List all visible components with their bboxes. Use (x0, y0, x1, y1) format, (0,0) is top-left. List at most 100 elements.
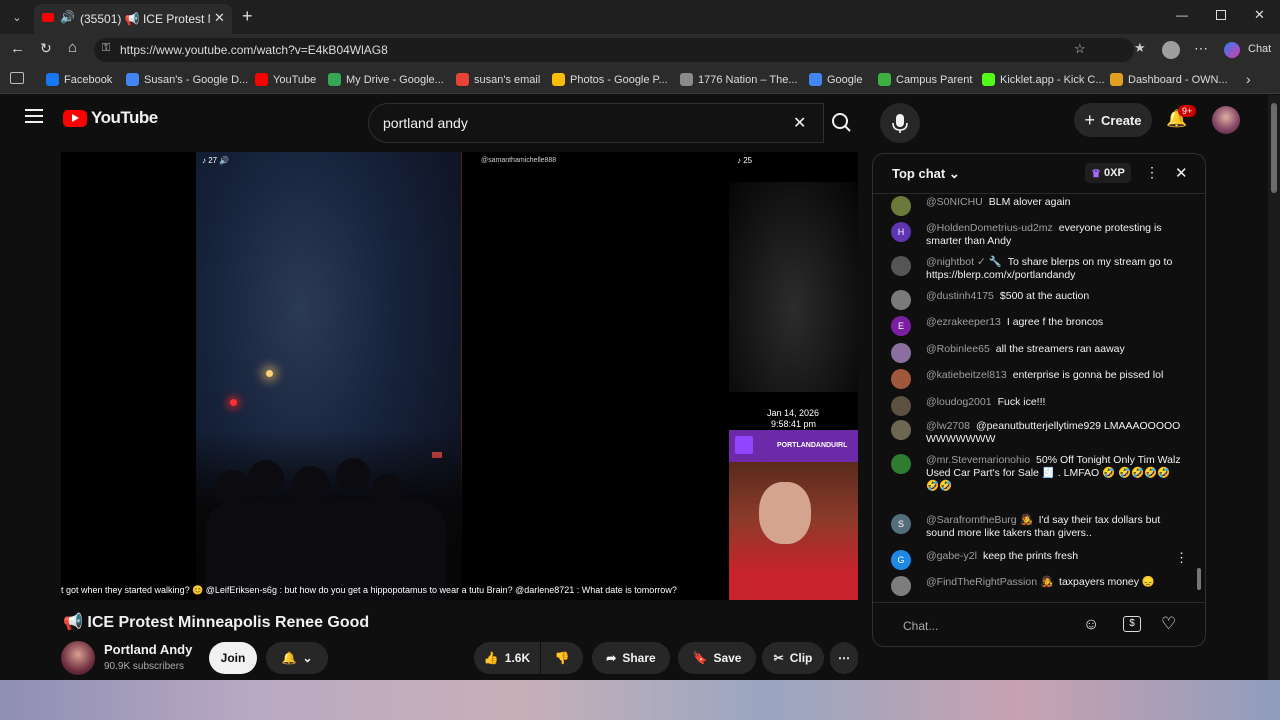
voice-search-button[interactable] (880, 103, 920, 143)
clear-search-icon[interactable]: ✕ (793, 113, 806, 133)
bookmark-item[interactable]: Susan's - Google D... (126, 73, 248, 86)
bookmark-item[interactable]: Dashboard - OWN... (1110, 73, 1228, 86)
bookmarks-more-chevron-icon[interactable]: › (1246, 71, 1251, 87)
favorite-star-icon[interactable]: ☆ (1074, 41, 1086, 57)
super-chat-icon[interactable]: $ (1123, 616, 1141, 632)
chat-avatar[interactable]: G (891, 550, 911, 570)
minimize-icon[interactable]: — (1176, 8, 1188, 22)
notifications-button[interactable]: 🔔 9+ (1166, 105, 1197, 133)
chat-username[interactable]: @S0NICHU (926, 196, 983, 208)
chat-username[interactable]: @SarafromtheBurg 🧑‍🎤 (926, 514, 1033, 526)
chat-message[interactable]: @dustinh4175 $500 at the auction (891, 290, 1181, 310)
chat-username[interactable]: @FindTheRightPassion 🧑‍🎤 (926, 576, 1053, 588)
chat-message[interactable]: H @HoldenDometrius-ud2mz everyone protesti… (891, 222, 1181, 248)
channel-name[interactable]: Portland Andy (104, 642, 192, 657)
chat-avatar[interactable] (891, 343, 911, 363)
home-icon[interactable]: ⌂ (68, 39, 77, 56)
top-chat-dropdown[interactable]: Top chat ⌄ (892, 166, 960, 182)
chat-message[interactable]: @mr.Stevemarionohio 50% Off Tonight Only … (891, 454, 1181, 493)
bookmark-item[interactable]: susan's email (456, 73, 540, 86)
chat-username[interactable]: @dustinh4175 (926, 290, 994, 302)
url-field[interactable]: ⚿ https://www.youtube.com/watch?v=E4kB04… (94, 38, 1134, 62)
chat-input[interactable]: Chat... (903, 619, 938, 633)
xp-badge[interactable]: ♛ 0XP (1085, 163, 1131, 183)
site-info-icon[interactable]: ⚿ (102, 42, 110, 55)
save-button[interactable]: 🔖 Save (678, 642, 756, 674)
page-scrollbar[interactable] (1268, 95, 1280, 680)
bookmark-item[interactable]: 1776 Nation – The... (680, 73, 797, 86)
chat-username[interactable]: @loudog2001 (926, 396, 992, 408)
tab-list-chevron-icon[interactable]: ⌄ (8, 9, 26, 27)
chat-scrollbar-thumb[interactable] (1197, 568, 1201, 590)
chat-avatar[interactable] (891, 454, 911, 474)
chat-username[interactable]: @ezrakeeper13 (926, 316, 1001, 328)
chat-avatar[interactable] (891, 196, 911, 216)
heart-icon[interactable]: ♡ (1161, 614, 1176, 634)
bookmark-item[interactable]: Photos - Google P... (552, 73, 668, 86)
reload-icon[interactable]: ↻ (40, 40, 52, 57)
close-tab-icon[interactable]: ✕ (214, 10, 225, 26)
more-actions-button[interactable]: ⋯ (830, 642, 858, 674)
bookmark-item[interactable]: Google (809, 73, 862, 86)
chat-username[interactable]: @HoldenDometrius-ud2mz (926, 222, 1053, 234)
chat-message[interactable]: E @ezrakeeper13 I agree f the broncos (891, 316, 1181, 336)
copilot-icon[interactable] (1224, 42, 1240, 58)
create-button[interactable]: + Create (1074, 103, 1152, 137)
chat-message[interactable]: @lw2708 @peanutbutterjellytime929 LMAAAOO… (891, 420, 1181, 446)
speaker-icon[interactable]: 🔊 (60, 10, 75, 24)
hamburger-menu-icon[interactable] (25, 109, 43, 123)
chat-message[interactable]: @loudog2001 Fuck ice!!! (891, 396, 1181, 416)
chat-avatar[interactable] (891, 576, 911, 596)
chat-message[interactable]: @S0NICHU BLM alover again (891, 196, 1181, 216)
browser-tab-active[interactable]: 🔊 (35501) 📢 ICE Protest Minneapolis Rene… (34, 4, 232, 34)
bookmark-item[interactable]: Facebook (46, 73, 112, 86)
chat-message[interactable]: @katiebeitzel813 enterprise is gonna be p… (891, 369, 1181, 389)
chat-username[interactable]: @lw2708 (926, 420, 970, 432)
chat-message[interactable]: @FindTheRightPassion 🧑‍🎤 taxpayers money … (891, 576, 1181, 596)
like-button[interactable]: 👍 1.6K (474, 642, 540, 674)
bookmark-item[interactable]: Campus Parent (878, 73, 972, 86)
bookmark-item[interactable]: Kicklet.app - Kick C... (982, 73, 1105, 86)
message-options-icon[interactable]: ⋮ (1175, 550, 1188, 566)
bookmark-item[interactable]: YouTube (255, 73, 316, 86)
chat-username[interactable]: @nightbot ✓ 🔧 (926, 256, 1002, 268)
chat-username[interactable]: @katiebeitzel813 (926, 369, 1007, 381)
video-player[interactable]: ♪ 27 🔊 @samanthamichelle888 ♪ 25 Jan 14,… (61, 152, 858, 600)
more-menu-icon[interactable]: ⋯ (1194, 40, 1208, 57)
join-button[interactable]: Join (209, 642, 257, 674)
chat-avatar[interactable]: E (891, 316, 911, 336)
channel-avatar[interactable] (61, 641, 95, 675)
search-input[interactable]: portland andy ✕ (368, 103, 824, 143)
close-chat-icon[interactable]: ✕ (1175, 164, 1188, 182)
chat-avatar[interactable] (891, 290, 911, 310)
chat-avatar[interactable] (891, 396, 911, 416)
subscribed-bell-button[interactable]: 🔔 ⌄ (266, 642, 328, 674)
chat-message[interactable]: @Robinlee65 all the streamers ran aaway (891, 343, 1181, 363)
chat-message[interactable]: @nightbot ✓ 🔧 To share blerps on my strea… (891, 256, 1181, 282)
chat-avatar[interactable]: S (891, 514, 911, 534)
search-button[interactable] (822, 103, 862, 143)
account-avatar[interactable] (1212, 106, 1240, 134)
chat-avatar[interactable] (891, 420, 911, 440)
share-button[interactable]: ➦ Share (592, 642, 670, 674)
maximize-icon[interactable] (1216, 10, 1226, 20)
favorites-icon[interactable]: ★ (1134, 40, 1146, 56)
chat-menu-icon[interactable]: ⋮ (1145, 164, 1159, 181)
clip-button[interactable]: ✂ Clip (762, 642, 824, 674)
new-tab-icon[interactable]: + (242, 6, 253, 27)
youtube-logo[interactable]: YouTube (63, 108, 158, 128)
chat-message[interactable]: G @gabe-y2l keep the prints fresh (891, 550, 1181, 570)
sidebar-toggle-icon[interactable] (10, 72, 24, 84)
dislike-button[interactable]: 👎 (541, 642, 583, 674)
copilot-chat-label[interactable]: Chat (1248, 43, 1271, 55)
chat-avatar[interactable]: H (891, 222, 911, 242)
chat-username[interactable]: @Robinlee65 (926, 343, 990, 355)
close-window-icon[interactable]: ✕ (1254, 7, 1265, 23)
chat-username[interactable]: @gabe-y2l (926, 550, 977, 562)
chat-avatar[interactable] (891, 256, 911, 276)
profile-avatar[interactable] (1162, 41, 1180, 59)
chat-avatar[interactable] (891, 369, 911, 389)
bookmark-item[interactable]: My Drive - Google... (328, 73, 444, 86)
page-scrollbar-thumb[interactable] (1271, 103, 1277, 193)
emoji-icon[interactable]: ☺ (1083, 616, 1099, 634)
